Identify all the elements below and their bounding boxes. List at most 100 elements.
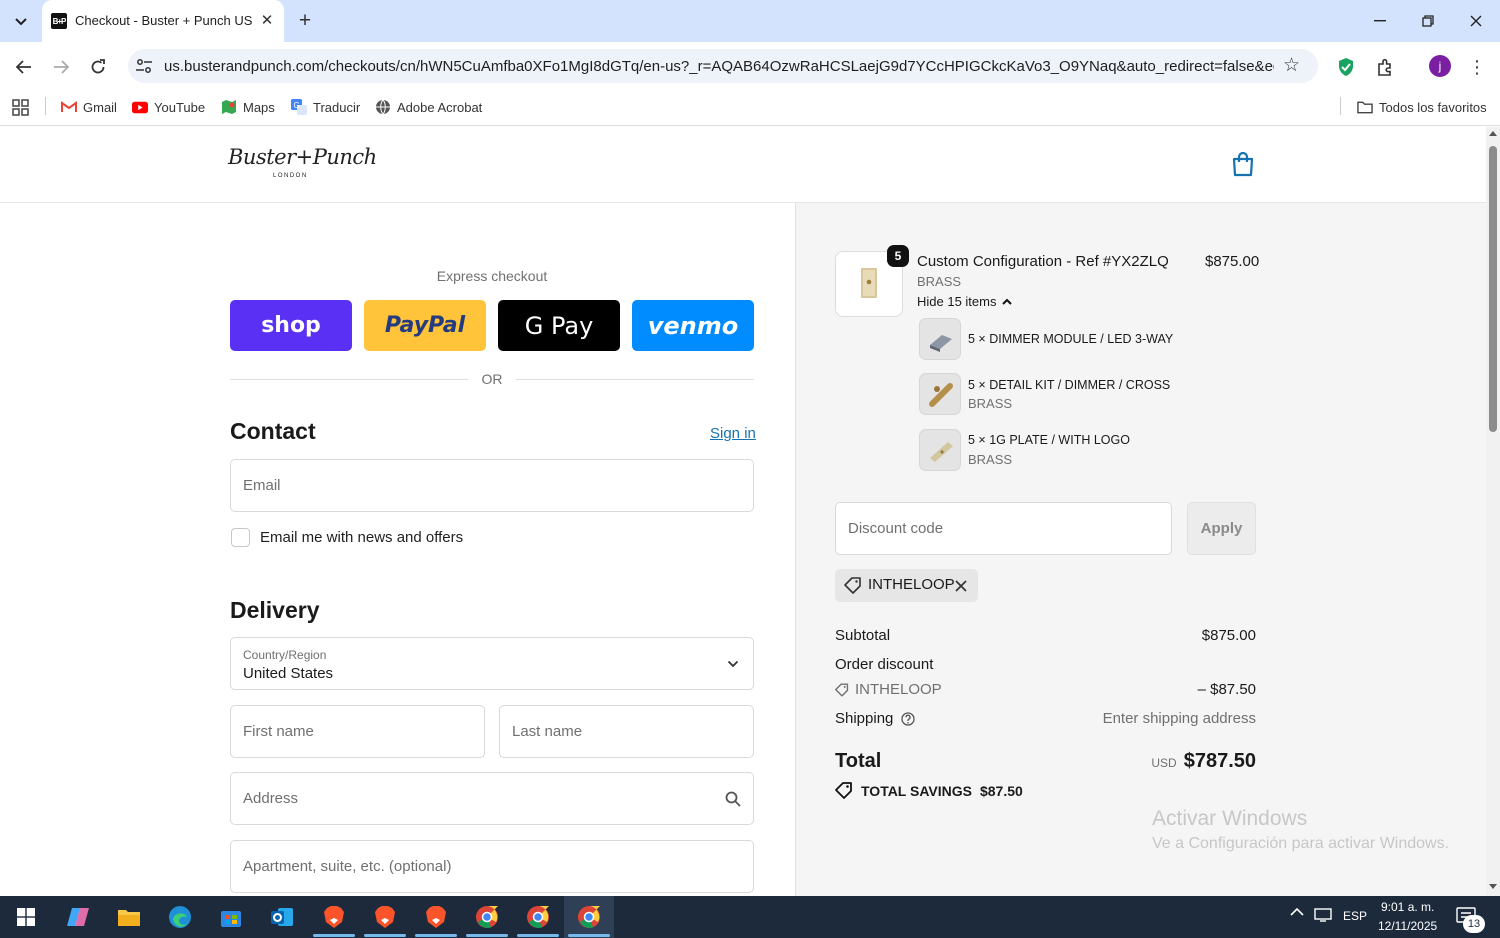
brave-icon[interactable] bbox=[317, 900, 351, 934]
youtube-icon bbox=[132, 99, 148, 115]
hide-items-toggle[interactable]: Hide 15 items bbox=[917, 294, 1013, 309]
translate-icon: G bbox=[291, 99, 307, 115]
chrome-icon[interactable] bbox=[521, 900, 555, 934]
bookmark-gmail[interactable]: Gmail bbox=[61, 96, 117, 118]
network-icon[interactable] bbox=[1314, 908, 1332, 925]
profile-avatar[interactable]: j bbox=[1429, 55, 1451, 77]
arrow-right-icon bbox=[54, 60, 69, 74]
tag-icon bbox=[835, 682, 849, 697]
discount-code-field[interactable]: Discount code bbox=[835, 502, 1172, 555]
running-indicator bbox=[364, 934, 406, 937]
brave-icon[interactable] bbox=[419, 900, 453, 934]
first-name-field[interactable]: First name bbox=[230, 705, 485, 758]
restore-button[interactable] bbox=[1413, 8, 1443, 34]
scroll-down-icon[interactable] bbox=[1489, 884, 1497, 889]
google-pay-button[interactable]: G Pay bbox=[498, 300, 620, 351]
bookmark-star-icon[interactable]: ☆ bbox=[1283, 54, 1300, 77]
or-separator: OR bbox=[481, 371, 503, 387]
running-indicator bbox=[466, 934, 508, 937]
close-icon bbox=[1470, 15, 1482, 27]
discount-value: – $87.50 bbox=[1197, 681, 1256, 698]
address-bar[interactable]: us.busterandpunch.com/checkouts/cn/hWN5C… bbox=[128, 49, 1318, 83]
last-name-field[interactable]: Last name bbox=[499, 705, 754, 758]
page-viewport: Buster+Punch LONDON Express checkout sho… bbox=[0, 127, 1486, 896]
shield-extension-icon[interactable] bbox=[1333, 54, 1359, 80]
clock-date[interactable]: 12/11/2025 bbox=[1378, 919, 1437, 933]
news-checkbox[interactable] bbox=[231, 528, 250, 547]
minimize-icon bbox=[1374, 20, 1386, 22]
apply-discount-button[interactable]: Apply bbox=[1187, 502, 1256, 555]
running-indicator bbox=[568, 934, 610, 937]
svg-text:G: G bbox=[294, 101, 300, 110]
windows-start-icon[interactable] bbox=[9, 900, 43, 934]
brave-icon[interactable] bbox=[368, 900, 402, 934]
file-explorer-icon[interactable] bbox=[112, 900, 146, 934]
browser-menu-icon[interactable]: ⋮ bbox=[1466, 54, 1488, 80]
subtotal-value: $875.00 bbox=[1201, 627, 1256, 644]
notification-count-badge: 13 bbox=[1463, 915, 1485, 933]
help-icon[interactable] bbox=[901, 711, 916, 726]
shop-pay-button[interactable]: shop bbox=[230, 300, 352, 351]
url-text[interactable]: us.busterandpunch.com/checkouts/cn/hWN5C… bbox=[164, 58, 1274, 75]
folder-icon bbox=[1357, 99, 1373, 115]
shopping-bag-icon[interactable] bbox=[1231, 151, 1255, 177]
running-indicator bbox=[415, 934, 457, 937]
component-thumbnail bbox=[919, 373, 961, 415]
total-amount: USD $787.50 bbox=[1100, 750, 1256, 773]
store-icon[interactable] bbox=[214, 900, 248, 934]
component-thumbnail bbox=[919, 318, 961, 360]
address-field[interactable]: Address bbox=[230, 772, 754, 825]
close-window-button[interactable] bbox=[1461, 8, 1491, 34]
discount-code-row: INTHELOOP bbox=[835, 681, 942, 698]
shipping-value: Enter shipping address bbox=[1102, 710, 1256, 727]
forward-button[interactable] bbox=[47, 54, 75, 80]
site-info-icon[interactable] bbox=[135, 57, 153, 75]
country-label: Country/Region bbox=[243, 648, 327, 662]
scroll-thumb[interactable] bbox=[1489, 146, 1497, 432]
new-tab-button[interactable]: + bbox=[293, 9, 317, 33]
extensions-puzzle-icon[interactable] bbox=[1372, 54, 1398, 80]
chrome-icon[interactable] bbox=[572, 900, 606, 934]
total-savings: TOTAL SAVINGS $87.50 bbox=[835, 782, 1023, 799]
bookmark-adobe-acrobat[interactable]: Adobe Acrobat bbox=[375, 96, 482, 118]
remove-discount-icon[interactable] bbox=[955, 580, 967, 592]
country-select[interactable]: Country/Region United States bbox=[230, 637, 754, 690]
tab-search-button[interactable] bbox=[8, 9, 34, 35]
brand-logo[interactable]: Buster+Punch bbox=[228, 145, 377, 169]
globe-icon bbox=[375, 99, 391, 115]
tray-chevron-up-icon[interactable] bbox=[1290, 906, 1304, 920]
outlook-icon[interactable] bbox=[265, 900, 299, 934]
apartment-field[interactable]: Apartment, suite, etc. (optional) bbox=[230, 840, 754, 893]
delivery-heading: Delivery bbox=[230, 597, 320, 623]
paypal-button[interactable]: PayPal bbox=[364, 300, 486, 351]
scroll-up-icon[interactable] bbox=[1489, 131, 1497, 136]
back-button[interactable] bbox=[10, 54, 38, 80]
windows-activation-title: Activar Windows bbox=[1152, 807, 1308, 830]
bookmark-traducir[interactable]: G Traducir bbox=[291, 96, 360, 118]
language-indicator[interactable]: ESP bbox=[1343, 909, 1367, 923]
applied-discount-tag: INTHELOOP bbox=[835, 569, 978, 602]
close-tab-icon[interactable]: ✕ bbox=[258, 11, 276, 29]
bookmark-maps[interactable]: Maps bbox=[221, 96, 275, 118]
brand-logo-sub: LONDON bbox=[273, 173, 308, 179]
edge-icon[interactable] bbox=[163, 900, 197, 934]
component-variant: BRASS bbox=[968, 396, 1013, 411]
divider bbox=[230, 379, 468, 380]
bookmark-youtube[interactable]: YouTube bbox=[132, 96, 205, 118]
total-currency: USD bbox=[1151, 756, 1177, 770]
clock-time[interactable]: 9:01 a. m. bbox=[1381, 900, 1434, 914]
reload-button[interactable] bbox=[84, 54, 112, 80]
all-bookmarks-folder[interactable]: Todos los favoritos bbox=[1357, 96, 1487, 118]
chevron-down-icon bbox=[15, 18, 27, 26]
email-field[interactable]: Email bbox=[230, 459, 754, 512]
restore-icon bbox=[1422, 15, 1434, 27]
chrome-icon[interactable] bbox=[470, 900, 504, 934]
venmo-button[interactable]: venmo bbox=[632, 300, 754, 351]
copilot-icon[interactable] bbox=[61, 900, 95, 934]
bookmark-divider bbox=[45, 97, 46, 115]
sign-in-link[interactable]: Sign in bbox=[710, 425, 756, 442]
apps-grid-icon[interactable] bbox=[12, 96, 29, 118]
news-checkbox-label[interactable]: Email me with news and offers bbox=[260, 529, 463, 546]
minimize-button[interactable] bbox=[1365, 8, 1395, 34]
browser-tab-checkout[interactable]: B+P Checkout - Buster + Punch US ✕ bbox=[42, 0, 284, 42]
